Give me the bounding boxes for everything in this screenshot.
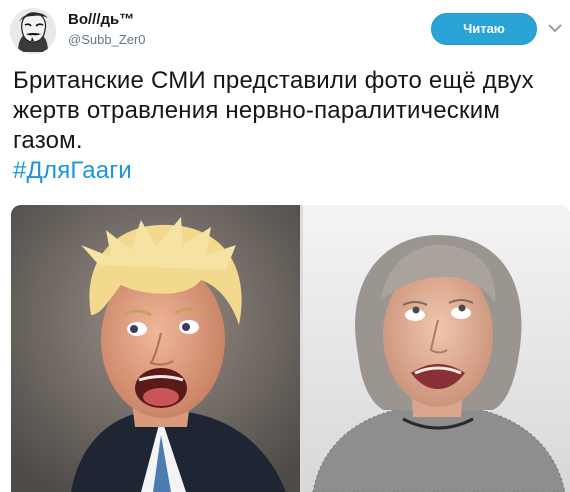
photo-left[interactable] (11, 205, 300, 492)
hashtag-link[interactable]: #ДляГааги (13, 156, 558, 186)
tweet-card: Bo///дь™ @Subb_Zer0 Читаю Британские СМИ… (0, 0, 570, 492)
chevron-down-icon (548, 24, 562, 32)
tweet-text: Британские СМИ представили фото ещё двух… (13, 66, 558, 186)
avatar[interactable] (10, 8, 56, 54)
more-menu-button[interactable] (547, 20, 563, 36)
username[interactable]: @Subb_Zer0 (68, 31, 146, 49)
anonymous-mask-icon (10, 8, 56, 54)
tweet-body: Британские СМИ представили фото ещё двух… (13, 67, 534, 154)
follow-button[interactable]: Читаю (431, 13, 537, 45)
photo-right[interactable] (303, 205, 570, 492)
author-names: Bo///дь™ @Subb_Zer0 (68, 11, 146, 49)
photo-woman-grimace (303, 205, 570, 492)
display-name[interactable]: Bo///дь™ (68, 11, 146, 29)
photo-man-surprised (11, 205, 300, 492)
tweet-header: Bo///дь™ @Subb_Zer0 Читаю (10, 8, 562, 58)
media-grid (11, 205, 570, 492)
